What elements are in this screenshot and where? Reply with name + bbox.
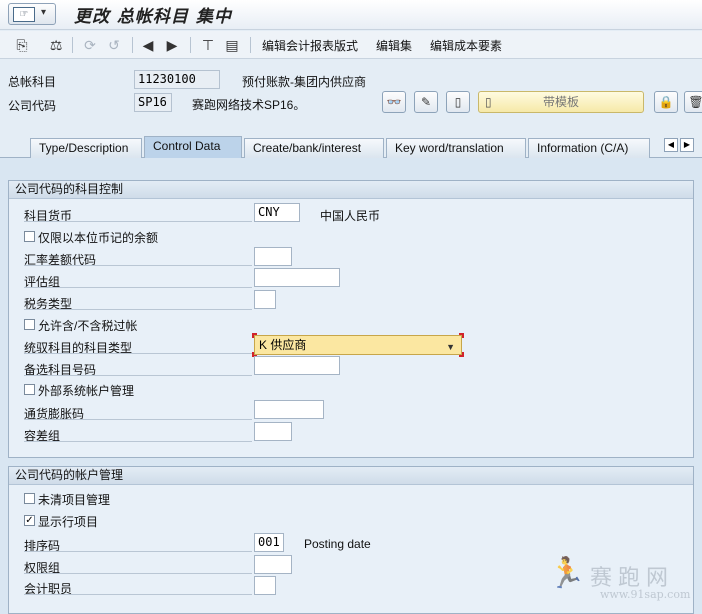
accounting-clerk-field[interactable] (254, 576, 276, 595)
tab-scroll-left-icon[interactable]: ◀ (664, 138, 678, 152)
posting-without-tax-checkbox[interactable] (24, 319, 35, 330)
line-item-display-label: 显示行项目 (38, 515, 99, 529)
edit-cost-element-button[interactable]: 编辑成本要素 (430, 37, 502, 54)
inflation-key-field[interactable] (254, 400, 324, 419)
exchange-rate-field[interactable] (254, 247, 292, 266)
gl-account-field[interactable]: 11230100 (134, 70, 220, 89)
tab-create-bank-interest[interactable]: Create/bank/interest (244, 138, 384, 158)
tab-scroll-right-icon[interactable]: ▶ (680, 138, 694, 152)
tolerance-group-field[interactable] (254, 422, 292, 441)
application-toolbar: ⎘ ⚖ ⟳ ↺ ◀ ▶ ⊤ ▤ 编辑会计报表版式 编辑集 编辑成本要素 (0, 31, 702, 59)
filter-icon[interactable]: ⊤ (198, 35, 218, 55)
watermark-logo-icon: 🏃 (548, 556, 586, 591)
display-change-icon[interactable]: ⎘ (12, 35, 32, 55)
tab-strip: Type/Description Control Data Create/ban… (0, 136, 702, 158)
chevron-down-icon: ▾ (41, 7, 47, 18)
only-local-balances-checkbox[interactable] (24, 231, 35, 242)
other-object-icon[interactable]: ⚖ (46, 35, 66, 55)
change-doc-icon[interactable]: ↺ (104, 35, 124, 55)
new-page-icon[interactable]: ▯ (446, 91, 470, 113)
pencil-icon[interactable]: ✎ (414, 91, 438, 113)
only-local-balances-label: 仅限以本位币记的余额 (38, 231, 159, 245)
page-icon: ▯ (485, 95, 492, 109)
posting-without-tax-label: 允许含/不含税过帐 (38, 319, 138, 333)
tab-type-description[interactable]: Type/Description (30, 138, 142, 158)
title-bar: ☞ ▾ 更改 总帐科目 集中 (0, 0, 702, 30)
sort-key-field[interactable]: 001 (254, 533, 284, 552)
document-icon[interactable]: ▤ (222, 35, 242, 55)
company-code-description: 赛跑网络技术SP16。 (192, 98, 306, 112)
authorization-group-field[interactable] (254, 555, 292, 574)
where-used-icon[interactable]: ⟳ (80, 35, 100, 55)
edit-set-button[interactable]: 编辑集 (376, 37, 412, 54)
recon-account-value: K 供应商 (259, 338, 307, 352)
tax-category-field[interactable] (254, 290, 276, 309)
account-management-title: 公司代码的帐户管理 (9, 467, 693, 485)
lock-icon[interactable]: 🔒 (654, 91, 678, 113)
tab-control-data[interactable]: Control Data (144, 136, 242, 158)
next-icon[interactable]: ▶ (164, 35, 180, 55)
edit-report-format-button[interactable]: 编辑会计报表版式 (262, 37, 358, 54)
gl-account-description: 预付账款-集团内供应商 (242, 75, 366, 89)
glasses-icon[interactable]: 👓 (382, 91, 406, 113)
system-menu-button[interactable]: ☞ ▾ (8, 3, 56, 25)
watermark-url: www.91sap.com (600, 588, 691, 601)
with-template-button[interactable]: ▯ 带模板 (478, 91, 644, 113)
trash-icon[interactable]: 🗑 (684, 91, 702, 113)
tab-information-ca[interactable]: Information (C/A) (528, 138, 650, 158)
currency-description: 中国人民币 (320, 209, 381, 223)
external-mgmt-checkbox[interactable] (24, 384, 35, 395)
sort-key-description: Posting date (304, 537, 371, 551)
currency-field[interactable]: CNY (254, 203, 300, 222)
company-code-field[interactable]: SP16 (134, 93, 172, 112)
transaction-icon: ☞ (13, 7, 35, 22)
line-item-display-checkbox[interactable]: ✓ (24, 515, 35, 526)
previous-icon[interactable]: ◀ (140, 35, 156, 55)
valuation-group-field[interactable] (254, 268, 340, 287)
with-template-label: 带模板 (542, 95, 579, 109)
account-control-title: 公司代码的科目控制 (9, 181, 693, 199)
page-title: 更改 总帐科目 集中 (74, 7, 232, 27)
open-item-mgmt-checkbox[interactable] (24, 493, 35, 504)
alt-account-field[interactable] (254, 356, 340, 375)
tab-key-word-translation[interactable]: Key word/translation (386, 138, 526, 158)
chevron-down-icon: ▼ (446, 342, 455, 352)
company-code-label: 公司代码 (8, 99, 57, 113)
external-mgmt-label: 外部系统帐户管理 (38, 384, 135, 398)
open-item-mgmt-label: 未清项目管理 (38, 493, 111, 507)
gl-account-label: 总帐科目 (8, 75, 57, 89)
recon-account-dropdown[interactable]: K 供应商 ▼ (252, 333, 464, 357)
